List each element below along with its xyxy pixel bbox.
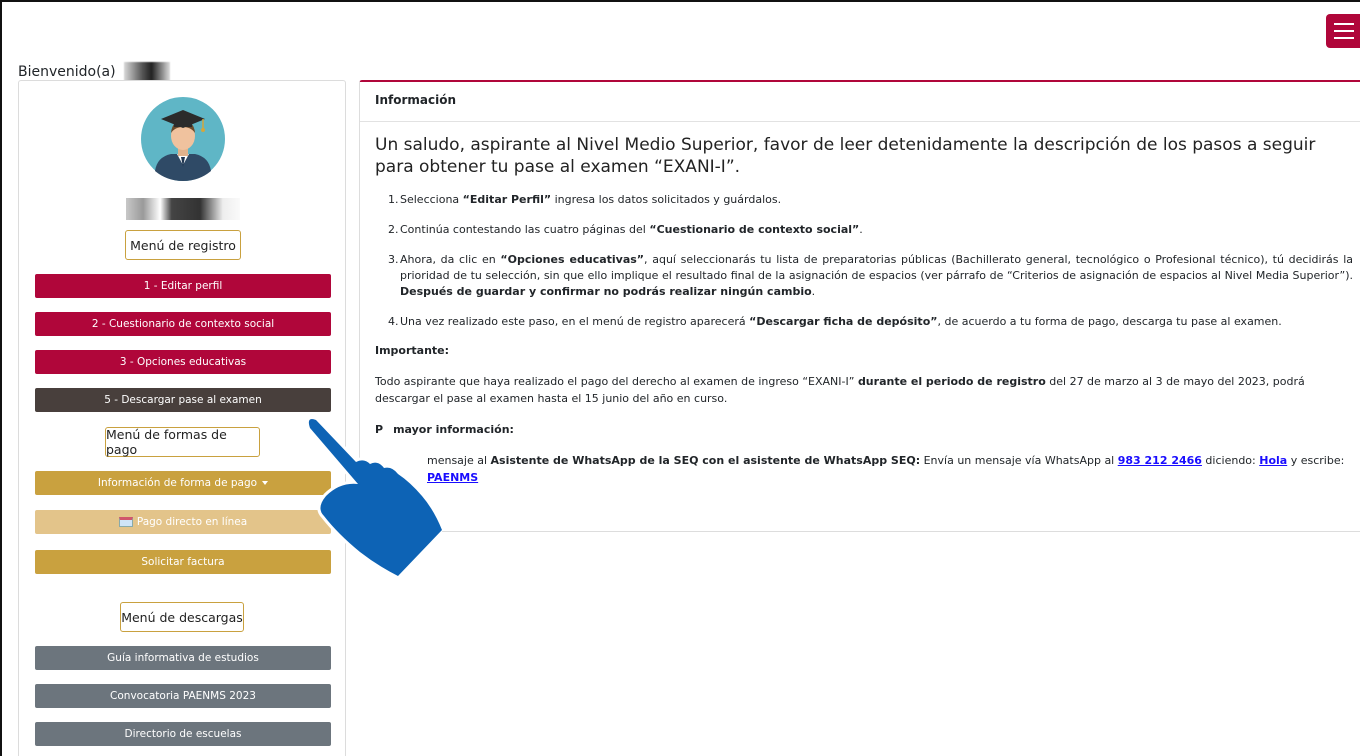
downloads-menu-title: Menú de descargas [120,602,244,632]
step-item: 2. Continúa contestando las cuatro págin… [388,223,863,236]
direct-payment-label: Pago directo en línea [136,516,248,528]
direct-online-payment-button[interactable]: Pago directo en línea [35,510,331,534]
pointing-hand-icon [305,416,442,578]
phone-link[interactable]: 983 212 2466 [1118,454,1202,467]
caret-down-icon [262,481,269,485]
step-item: 3. Ahora, da clic en “Opciones educativa… [388,253,1354,298]
menu-icon-line [1334,37,1354,39]
user-name-redacted [126,198,240,220]
step-item: 1. Selecciona “Editar Perfil” ingresa lo… [388,193,782,206]
download-exam-pass-button[interactable]: 5 - Descargar pase al examen [35,388,331,412]
payment-menu-title: Menú de formas de pago [105,427,260,457]
more-info-title: Pmayor información: [375,423,514,436]
registration-menu-title: Menú de registro [125,230,241,260]
welcome-label: Bienvenido(a) [18,64,116,80]
graduate-avatar-icon [141,97,225,181]
contact-text: mensaje al Asistente de WhatsApp de la S… [427,454,1345,484]
intro-text: Un saludo, aspirante al Nivel Medio Supe… [375,135,1316,177]
call-paenms-2023-button[interactable]: Convocatoria PAENMS 2023 [35,684,331,708]
menu-icon-line [1334,30,1354,32]
hola-link[interactable]: Hola [1259,454,1287,467]
panel-title: Información [360,82,1360,122]
sidebar: Menú de registro 1 - Editar perfil 2 - C… [18,80,346,756]
hamburger-menu-button[interactable] [1326,14,1360,48]
steps-list: 1. Selecciona “Editar Perfil” ingresa lo… [375,192,1353,330]
payment-info-label: Información de forma de pago [97,477,258,489]
educational-options-button[interactable]: 3 - Opciones educativas [35,350,331,374]
welcome-bar: Bienvenido(a) [18,62,170,82]
important-title: Importante: [375,344,450,357]
username-redacted [123,62,170,82]
social-context-questionnaire-button[interactable]: 2 - Cuestionario de contexto social [35,312,331,336]
edit-profile-button[interactable]: 1 - Editar perfil [35,274,331,298]
school-directory-button[interactable]: Directorio de escuelas [35,722,331,746]
request-invoice-button[interactable]: Solicitar factura [35,550,331,574]
menu-icon [1334,23,1354,25]
panel-body: Un saludo, aspirante al Nivel Medio Supe… [360,122,1360,514]
step-item: 4. Una vez realizado este paso, en el me… [388,315,1282,328]
study-guide-button[interactable]: Guía informativa de estudios [35,646,331,670]
credit-card-icon [118,517,133,527]
payment-info-dropdown[interactable]: Información de forma de pago [35,471,331,495]
info-panel: Información Un saludo, aspirante al Nive… [359,80,1360,532]
important-text: Todo aspirante que haya realizado el pag… [375,375,1305,405]
